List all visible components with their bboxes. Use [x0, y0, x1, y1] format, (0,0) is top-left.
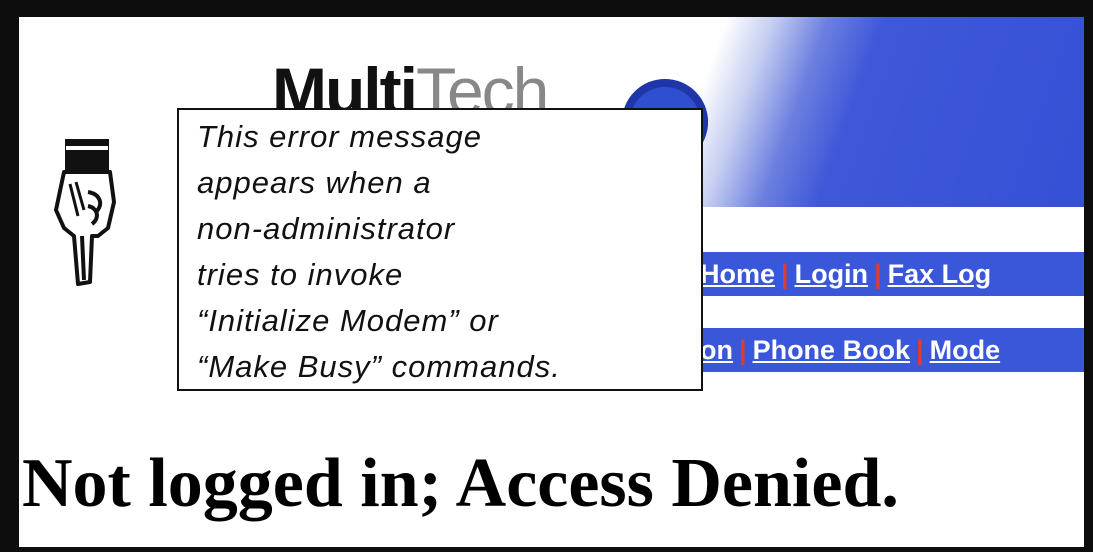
- nav-link-home[interactable]: Home: [700, 252, 775, 296]
- window-frame-right: [1084, 0, 1093, 552]
- callout-line: tries to invoke: [197, 257, 404, 292]
- nav-bar-secondary: on | Phone Book | Mode: [700, 328, 1084, 372]
- nav-link-partial[interactable]: on: [700, 328, 733, 372]
- pointing-hand-icon: [54, 139, 116, 286]
- explanation-callout: This error message appears when a non-ad…: [177, 108, 703, 391]
- callout-line: appears when a: [197, 165, 432, 200]
- callout-line: This error message: [197, 119, 483, 154]
- nav-link-modem[interactable]: Mode: [930, 328, 1001, 372]
- nav-separator: |: [916, 335, 924, 365]
- window-frame-bottom: [0, 547, 1093, 552]
- callout-line: non-administrator: [197, 211, 456, 246]
- nav-separator: |: [781, 259, 789, 289]
- nav-bar-primary: Home | Login | Fax Log: [700, 252, 1084, 296]
- callout-line: “Make Busy” commands.: [197, 349, 561, 384]
- nav-link-phone-book[interactable]: Phone Book: [753, 328, 911, 372]
- nav-separator: |: [874, 259, 882, 289]
- nav-link-login[interactable]: Login: [795, 252, 868, 296]
- nav-separator: |: [739, 335, 747, 365]
- callout-line: “Initialize Modem” or: [197, 303, 499, 338]
- header-banner: [690, 17, 1084, 207]
- window-frame-left: [0, 0, 19, 552]
- access-denied-message: Not logged in; Access Denied.: [22, 445, 899, 522]
- nav-link-fax-log[interactable]: Fax Log: [888, 252, 992, 296]
- window-frame-top: [0, 0, 1093, 17]
